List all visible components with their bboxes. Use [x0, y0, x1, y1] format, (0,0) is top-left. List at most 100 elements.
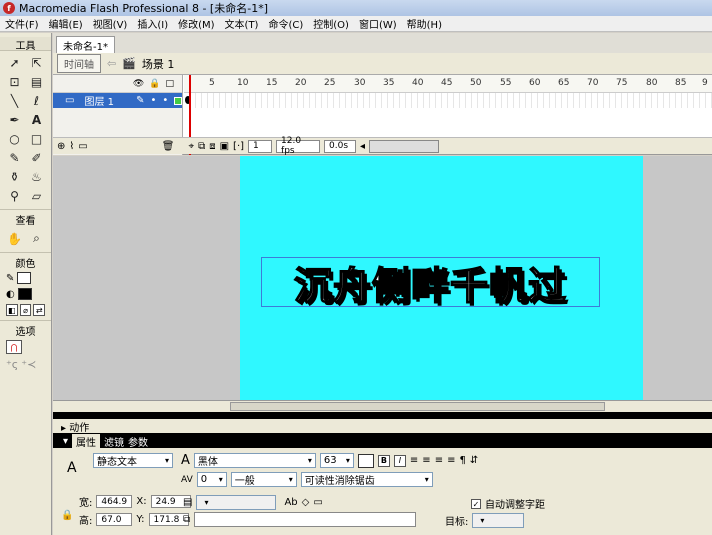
height-field[interactable]: 67.0 — [96, 513, 133, 526]
brush-tool-icon[interactable]: ✐ — [27, 148, 47, 167]
paint-bucket-icon[interactable]: ♨ — [27, 167, 47, 186]
scrollbar-thumb[interactable] — [230, 402, 605, 411]
menu-commands[interactable]: 命令(C) — [263, 16, 308, 31]
timeline-scrollbar[interactable] — [369, 139, 440, 153]
view-heading: 查看 — [0, 209, 51, 227]
ruler-mark: 60 — [529, 78, 541, 88]
layer-name[interactable]: 图层 1 — [84, 93, 130, 108]
subselection-tool-icon[interactable]: ⇱ — [27, 53, 47, 72]
selection-tool-icon[interactable]: ➚ — [5, 53, 25, 72]
menu-window[interactable]: 窗口(W) — [354, 16, 402, 31]
menu-modify[interactable]: 修改(M) — [173, 16, 219, 31]
lasso-tool-icon[interactable]: ℓ — [27, 91, 47, 110]
delete-layer-icon[interactable]: 🗑 — [162, 141, 175, 152]
lock-icon[interactable]: 🔒 — [149, 79, 160, 89]
tab-filters[interactable]: 滤镜 — [104, 434, 124, 449]
lock-proportions-icon[interactable]: 🔒 — [61, 510, 73, 521]
menu-help[interactable]: 帮助(H) — [402, 16, 447, 31]
outline-color-icon[interactable] — [174, 96, 182, 105]
center-frame-icon[interactable]: ⌖ — [188, 141, 194, 152]
eyedropper-icon[interactable]: ⚲ — [5, 186, 25, 205]
actions-panel-header[interactable]: ▸ 动作 — [53, 419, 712, 434]
ruler-mark: 85 — [675, 78, 687, 88]
menu-insert[interactable]: 插入(I) — [132, 16, 173, 31]
text-tool-icon[interactable]: A — [27, 110, 47, 129]
collapse-arrow-icon[interactable]: ▾ — [63, 436, 68, 447]
text-direction-icon[interactable]: ⇵ — [470, 455, 478, 466]
scene-label[interactable]: 场景 1 — [142, 56, 175, 72]
align-center-icon[interactable]: ≡ — [422, 455, 430, 466]
tools-heading: 工具 — [0, 37, 51, 52]
character-position-select[interactable]: 一般 — [230, 472, 297, 487]
fill-color-icon: ◐ — [6, 288, 15, 300]
lock-dot-icon[interactable]: • — [162, 95, 168, 106]
zoom-tool-icon[interactable]: ⌕ — [27, 229, 47, 248]
document-tab[interactable]: 未命名-1* — [56, 36, 115, 53]
stroke-color-swatch[interactable] — [17, 272, 32, 284]
pencil-tool-icon[interactable]: ✎ — [5, 148, 25, 167]
onion-outline-icon[interactable]: ⧈ — [209, 141, 215, 152]
letter-spacing-field[interactable]: 0 — [196, 472, 227, 487]
fill-transform-icon[interactable]: ▤ — [27, 72, 47, 91]
menu-view[interactable]: 视图(V) — [88, 16, 133, 31]
target-label: 目标: — [445, 517, 469, 528]
black-white-icon[interactable]: ◧ — [6, 304, 18, 316]
eraser-icon[interactable]: ▱ — [27, 186, 47, 205]
stage[interactable]: 沉舟侧畔千帆过 — [240, 156, 643, 400]
stage-text[interactable]: 沉舟侧畔千帆过 — [293, 255, 567, 310]
oval-tool-icon[interactable]: ○ — [5, 129, 25, 148]
auto-kern-checkbox[interactable]: ✓ — [471, 498, 481, 509]
add-layer-icon[interactable]: ⊕ — [57, 141, 65, 152]
edit-multiple-icon[interactable]: ▣ — [220, 141, 229, 152]
back-arrow-icon[interactable]: ⇦ — [107, 57, 116, 70]
variable-icon[interactable]: ◇ — [302, 497, 310, 508]
antialias-select[interactable]: 可读性消除锯齿 — [300, 472, 433, 487]
justify-icon[interactable]: ≡ — [447, 455, 455, 466]
menu-control[interactable]: 控制(O) — [308, 16, 354, 31]
font-select[interactable]: 黑体 — [193, 453, 316, 468]
ruler-mark: 9 — [702, 78, 708, 88]
menu-edit[interactable]: 编辑(E) — [44, 16, 88, 31]
menu-text[interactable]: 文本(T) — [220, 16, 264, 31]
tab-properties[interactable]: 属性 — [72, 433, 101, 449]
rectangle-tool-icon[interactable]: □ — [27, 129, 47, 148]
onion-markers-icon[interactable]: [·] — [233, 141, 244, 152]
paragraph-icon[interactable]: ¶ — [459, 455, 465, 466]
html-render-icon[interactable]: Ab — [284, 497, 297, 508]
text-field[interactable]: 沉舟侧畔千帆过 — [261, 255, 600, 310]
snap-magnet-icon[interactable]: ⋂ — [6, 340, 22, 354]
free-transform-icon[interactable]: ⊡ — [5, 72, 25, 91]
tab-parameters[interactable]: 参数 — [128, 434, 148, 449]
ruler-mark: 20 — [295, 78, 307, 88]
border-icon[interactable]: ▭ — [313, 497, 322, 508]
line-tool-icon[interactable]: ╲ — [5, 91, 25, 110]
align-left-icon[interactable]: ≡ — [410, 455, 418, 466]
outline-icon[interactable]: □ — [165, 79, 174, 89]
hand-tool-icon[interactable]: ✋ — [5, 229, 25, 248]
fill-color-swatch[interactable] — [17, 288, 32, 300]
swap-colors-icon[interactable]: ⇄ — [33, 304, 46, 316]
link-field[interactable] — [194, 512, 417, 527]
bold-icon[interactable]: B — [377, 454, 390, 467]
eye-icon[interactable]: 👁 — [133, 79, 144, 89]
layer-row[interactable]: ▭ 图层 1 ✎ • • — [53, 93, 182, 108]
add-folder-icon[interactable]: ▭ — [78, 141, 87, 152]
menu-file[interactable]: 文件(F) — [0, 16, 44, 31]
frame-ruler[interactable]: 5 10 15 20 25 30 35 40 45 50 55 60 65 70… — [184, 75, 712, 93]
width-field[interactable]: 464.9 — [96, 495, 133, 508]
text-color-swatch[interactable] — [357, 453, 374, 468]
align-right-icon[interactable]: ≡ — [435, 455, 443, 466]
onion-skin-icon[interactable]: ⧉ — [198, 141, 205, 152]
italic-icon[interactable]: I — [393, 454, 406, 467]
visible-dot-icon[interactable]: • — [150, 95, 156, 106]
ink-bottle-icon[interactable]: ⚱ — [5, 167, 25, 186]
layer-frames[interactable] — [184, 93, 712, 108]
scroll-left-icon[interactable]: ◂ — [360, 141, 365, 152]
timeline-toggle-button[interactable]: 时间轴 — [57, 54, 101, 73]
add-guide-icon[interactable]: ⌇ — [69, 141, 74, 152]
horizontal-scrollbar[interactable] — [53, 400, 712, 412]
pen-tool-icon[interactable]: ✒ — [5, 110, 25, 129]
text-type-select[interactable]: 静态文本 — [93, 453, 173, 468]
font-size-field[interactable]: 63 — [319, 453, 354, 468]
no-color-icon[interactable]: ⌀ — [19, 304, 32, 316]
